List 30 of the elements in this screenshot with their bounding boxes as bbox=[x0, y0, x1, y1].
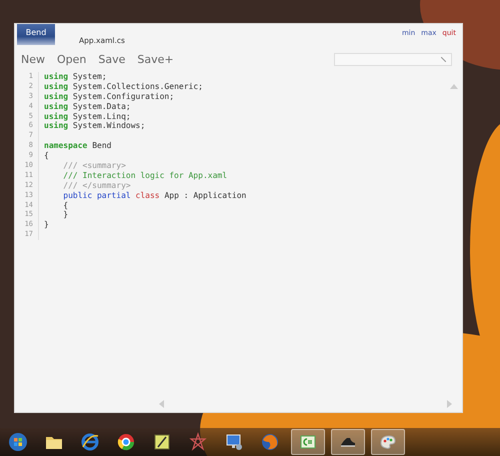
star-icon bbox=[188, 432, 208, 452]
code-line: using System.Data; bbox=[43, 102, 131, 111]
e-globe-icon bbox=[80, 432, 100, 452]
code-line: /// <summary> bbox=[62, 161, 126, 171]
start-orb-icon bbox=[8, 432, 28, 452]
code-line: public partial class App : Application bbox=[62, 190, 246, 201]
code-line: { bbox=[43, 151, 49, 162]
code-line: namespace Bend bbox=[43, 141, 112, 152]
toolbar-button[interactable]: Save+ bbox=[137, 52, 174, 66]
code-line: { bbox=[62, 200, 68, 210]
code-line: using System.Configuration; bbox=[43, 92, 174, 102]
code-line: using System; bbox=[43, 72, 107, 82]
taskbar-button[interactable] bbox=[331, 429, 365, 455]
code-line: /// Interaction logic for App.xaml bbox=[62, 170, 228, 181]
code-line: using System.Collections.Generic; bbox=[43, 82, 203, 92]
code-line: } bbox=[62, 210, 68, 220]
toolbar-button[interactable]: New bbox=[21, 52, 45, 66]
round-browser-icon bbox=[116, 432, 136, 452]
toolbar-button[interactable]: Open bbox=[57, 52, 86, 66]
monitor-icon bbox=[224, 432, 244, 452]
code-line: } bbox=[43, 220, 49, 230]
code-line: using System.Linq; bbox=[43, 112, 131, 121]
code-line: /// </summary> bbox=[62, 180, 131, 191]
search-icon bbox=[441, 56, 446, 62]
toolbar-button[interactable]: Save bbox=[98, 52, 126, 66]
app-tab[interactable]: Bend bbox=[17, 24, 55, 45]
search-field[interactable] bbox=[334, 52, 452, 66]
code-line: using System.Windows; bbox=[43, 121, 146, 132]
notepad-icon bbox=[152, 432, 172, 452]
globe-icon bbox=[260, 432, 280, 452]
